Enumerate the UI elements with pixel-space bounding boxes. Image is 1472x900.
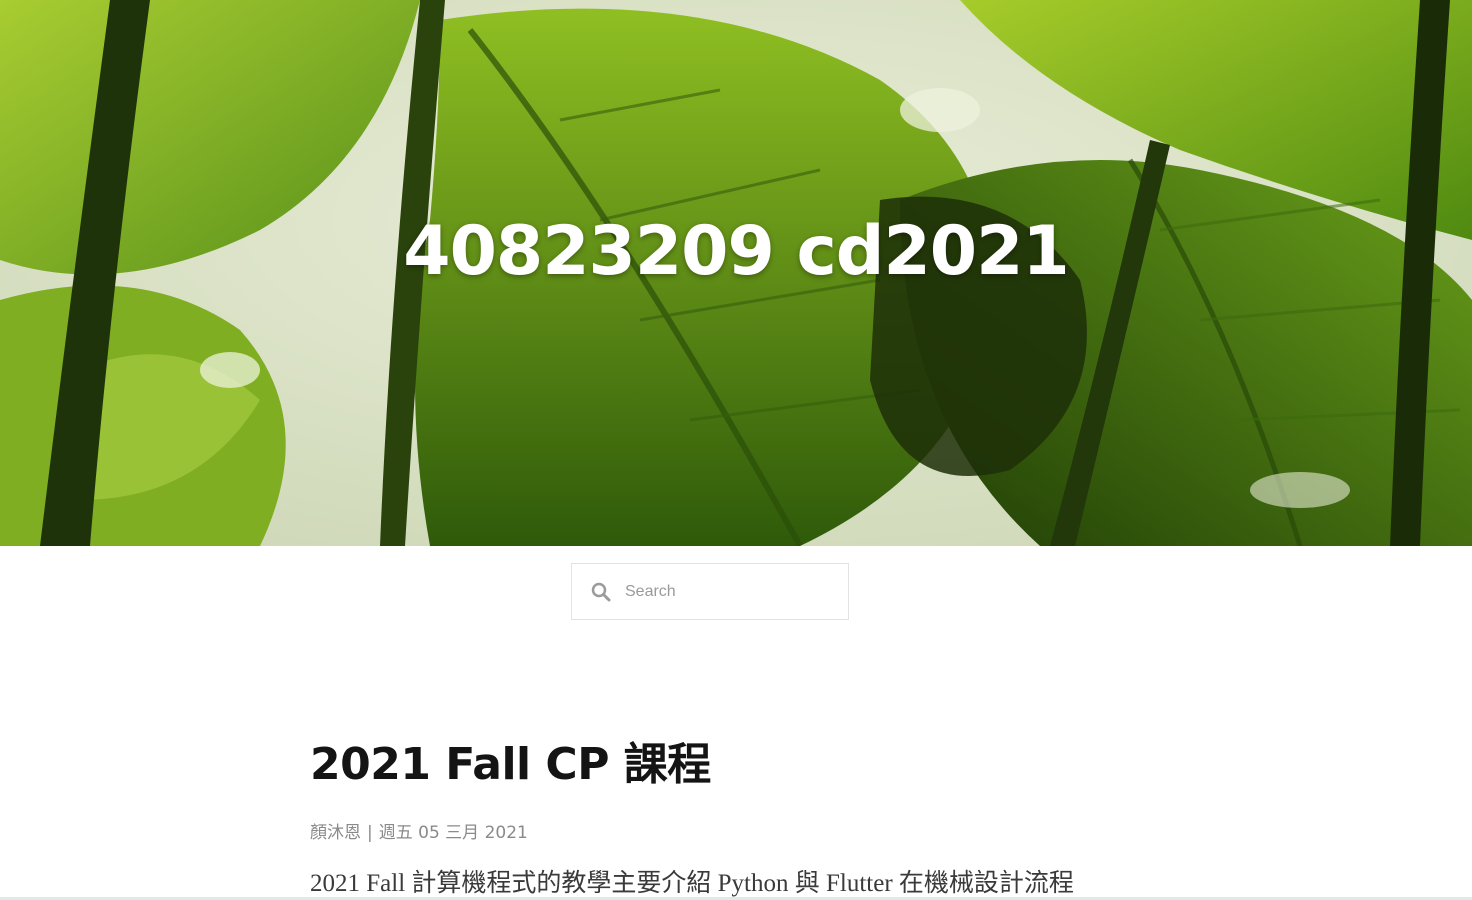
post-article: 2021 Fall CP 課程 顏沐恩 | 週五 05 三月 2021 2021 F… [310, 728, 1210, 899]
site-title[interactable]: 40823209 cd2021 [0, 212, 1472, 291]
hero-banner: 40823209 cd2021 [0, 0, 1472, 546]
post-meta: 顏沐恩 | 週五 05 三月 2021 [310, 818, 1210, 843]
meta-separator: | [367, 823, 373, 843]
search-icon [591, 582, 611, 602]
post-excerpt: 2021 Fall 計算機程式的教學主要介紹 Python 與 Flutter … [310, 870, 1074, 897]
post-title[interactable]: 2021 Fall CP 課程 [310, 728, 1210, 792]
post-author[interactable]: 顏沐恩 [310, 823, 361, 843]
search-box[interactable] [571, 563, 849, 620]
post-date: 週五 05 三月 2021 [378, 823, 528, 843]
search-input[interactable] [623, 581, 827, 602]
